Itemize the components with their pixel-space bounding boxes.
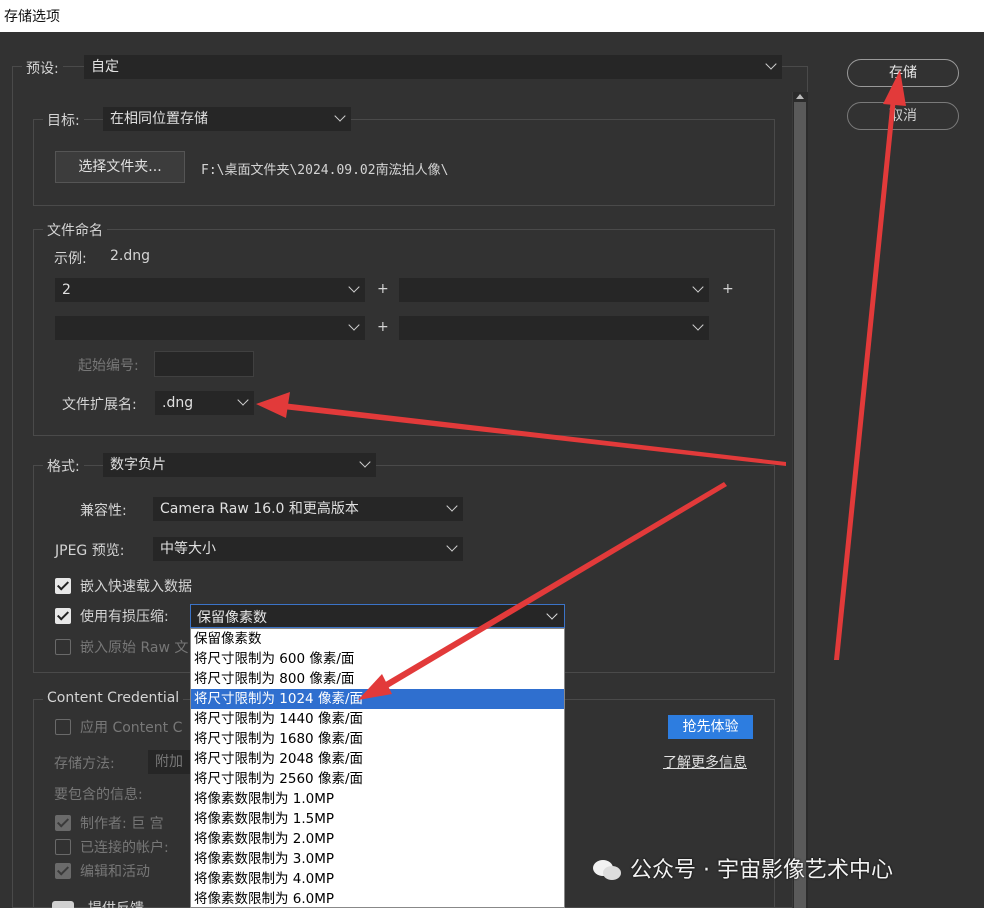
- arrow-head-1024: [358, 674, 392, 700]
- arrow-head-extension: [256, 392, 290, 418]
- arrow-to-1024-option: [372, 482, 727, 695]
- watermark-text: 公众号 · 宇宙影像艺术中心: [630, 858, 893, 883]
- wechat-icon: [593, 860, 621, 880]
- arrow-to-save-button: [834, 88, 897, 660]
- arrow-head-save: [883, 70, 906, 106]
- arrow-to-extension: [274, 402, 786, 466]
- annotation-arrows: [256, 70, 906, 700]
